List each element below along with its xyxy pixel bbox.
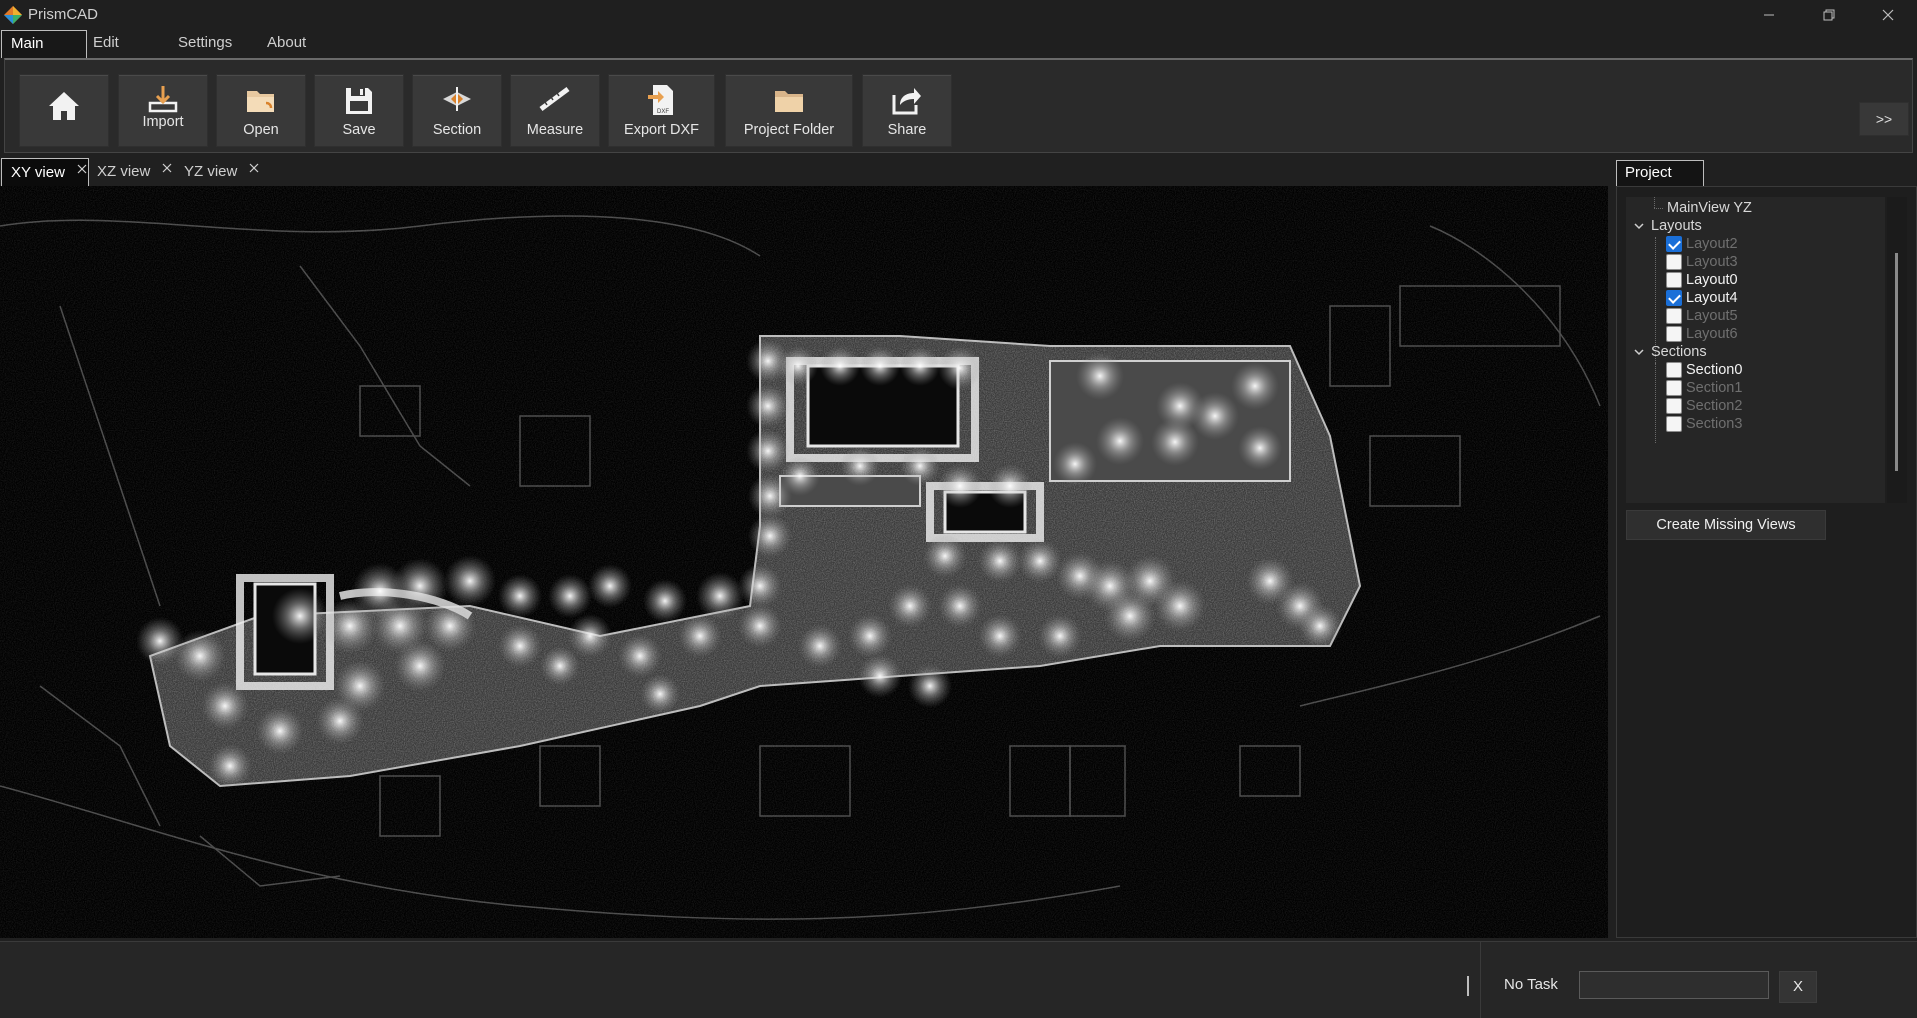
restore-button[interactable]	[1800, 0, 1858, 30]
measure-label: Measure	[526, 122, 584, 138]
point-cloud-render	[0, 186, 1608, 938]
measure-icon	[539, 86, 570, 112]
view-tab-bar: XY view XZ view YZ view	[0, 158, 1610, 186]
home-icon	[49, 92, 79, 120]
task-status-label: No Task	[1504, 976, 1558, 993]
folder-open-icon	[247, 91, 274, 112]
tree-scrollbar[interactable]	[1887, 197, 1907, 503]
save-button[interactable]: Save	[314, 74, 404, 147]
menu-tab-about[interactable]: About	[258, 30, 315, 58]
ribbon-toolbar: Import Open Save Section Measure DXF Exp…	[4, 58, 1913, 153]
section-button[interactable]: Section	[412, 74, 502, 147]
chevron-down-icon[interactable]	[1632, 345, 1646, 359]
export-dxf-icon: DXF	[647, 85, 673, 115]
minimize-icon	[1764, 14, 1774, 16]
import-button[interactable]: Import	[118, 74, 208, 147]
tree-connector	[1655, 363, 1656, 443]
project-folder-button[interactable]: Project Folder	[725, 74, 853, 147]
status-splitter-handle[interactable]	[1467, 976, 1469, 996]
layout5-checkbox[interactable]	[1666, 308, 1682, 324]
layout2-checkbox[interactable]	[1666, 236, 1682, 252]
section1-checkbox[interactable]	[1666, 380, 1682, 396]
menu-tab-edit[interactable]: Edit	[84, 30, 128, 58]
import-icon	[148, 86, 178, 113]
task-progress-field	[1579, 971, 1769, 999]
create-missing-views-button[interactable]: Create Missing Views	[1626, 510, 1826, 540]
tree-scrollbar-thumb[interactable]	[1895, 253, 1898, 471]
menu-tab-settings[interactable]: Settings	[169, 30, 241, 58]
layout3-checkbox[interactable]	[1666, 254, 1682, 270]
home-button[interactable]	[19, 74, 109, 147]
open-label: Open	[243, 122, 279, 138]
export-dxf-label: Export DXF	[624, 122, 699, 138]
title-bar: PrismCAD	[0, 0, 1917, 30]
cancel-task-button[interactable]: X	[1779, 971, 1817, 1003]
project-tab-bar: Project	[1612, 158, 1917, 186]
restore-icon	[1823, 9, 1835, 21]
share-icon	[892, 88, 921, 115]
close-tab-icon[interactable]	[248, 162, 260, 174]
tab-xz-view[interactable]: XZ view	[88, 158, 176, 186]
section-icon	[443, 87, 471, 111]
tab-xy-view-label: XY view	[11, 164, 65, 181]
tab-project[interactable]: Project	[1616, 160, 1704, 186]
tree-connector	[1654, 208, 1663, 209]
measure-button[interactable]: Measure	[510, 74, 600, 147]
project-tree[interactable]: MainView YZ Layouts Layout2 Layout3 Layo…	[1626, 197, 1885, 503]
chevron-down-icon[interactable]	[1632, 219, 1646, 233]
section0-checkbox[interactable]	[1666, 362, 1682, 378]
section3-checkbox[interactable]	[1666, 416, 1682, 432]
tab-yz-view[interactable]: YZ view	[175, 158, 263, 186]
open-button[interactable]: Open	[216, 74, 306, 147]
xy-viewport[interactable]	[0, 186, 1608, 938]
section2-checkbox[interactable]	[1666, 398, 1682, 414]
tab-xz-view-label: XZ view	[97, 163, 151, 180]
layout4-checkbox[interactable]	[1666, 290, 1682, 306]
section-label: Section	[432, 122, 482, 138]
import-label: Import	[142, 114, 184, 130]
tab-xy-view[interactable]: XY view	[1, 158, 89, 186]
layout6-checkbox[interactable]	[1666, 326, 1682, 342]
share-button[interactable]: Share	[862, 74, 952, 147]
status-bar: No Task X	[0, 941, 1917, 1018]
dxf-badge: DXF	[657, 109, 669, 115]
tree-group-sections[interactable]: Sections	[1626, 341, 1885, 363]
save-label: Save	[342, 122, 376, 138]
tree-item-label: Section3	[1686, 416, 1743, 432]
more-tools-button[interactable]: >>	[1859, 102, 1909, 136]
tree-connector	[1654, 197, 1655, 208]
status-divider	[1480, 942, 1481, 1018]
project-folder-label: Project Folder	[743, 122, 835, 138]
tab-yz-view-label: YZ view	[184, 163, 238, 180]
close-tab-icon[interactable]	[161, 162, 173, 174]
menu-bar: Main Edit Settings About	[0, 30, 1917, 58]
app-title: PrismCAD	[28, 6, 98, 23]
menu-tab-main[interactable]: Main	[1, 30, 87, 58]
close-icon	[1882, 9, 1894, 21]
project-folder-icon	[775, 91, 803, 112]
save-icon	[346, 88, 372, 114]
prismcad-logo-icon	[4, 6, 22, 24]
share-label: Share	[887, 122, 927, 138]
close-window-button[interactable]	[1859, 0, 1917, 30]
export-dxf-button[interactable]: DXF Export DXF	[608, 74, 715, 147]
minimize-button[interactable]	[1740, 0, 1798, 30]
close-tab-icon[interactable]	[76, 163, 88, 175]
layout0-checkbox[interactable]	[1666, 272, 1682, 288]
tree-group-layouts[interactable]: Layouts	[1626, 215, 1885, 237]
project-panel: MainView YZ Layouts Layout2 Layout3 Layo…	[1616, 186, 1917, 938]
